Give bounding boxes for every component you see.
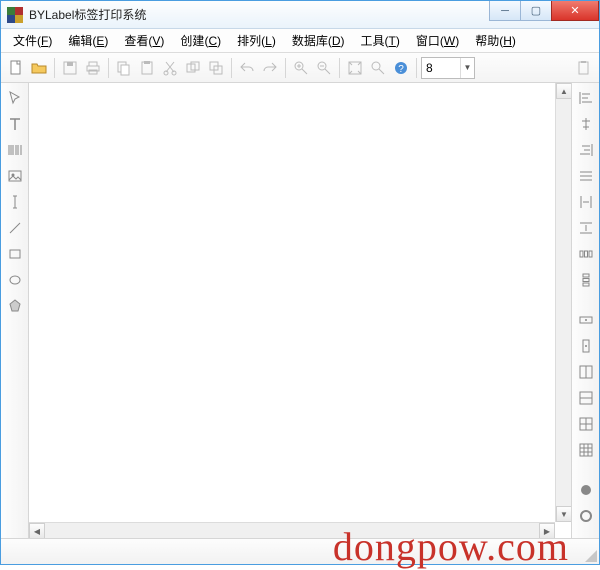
chevron-down-icon[interactable]: ▼	[460, 58, 474, 78]
image-tool[interactable]	[4, 165, 26, 187]
text-tool[interactable]	[4, 113, 26, 135]
main-toolbar: ? ▼	[1, 53, 599, 83]
paste-ext-button[interactable]	[573, 57, 595, 79]
rect-tool[interactable]	[4, 243, 26, 265]
left-toolbar	[1, 83, 29, 538]
menu-edit[interactable]: 编辑(E)	[60, 29, 116, 52]
menu-file[interactable]: 文件(F)	[5, 29, 60, 52]
help-button[interactable]: ?	[390, 57, 412, 79]
cut-button[interactable]	[159, 57, 181, 79]
grid-3-button[interactable]	[575, 413, 597, 435]
grid-4-button[interactable]	[575, 439, 597, 461]
svg-text:?: ?	[398, 64, 404, 75]
zoom-input[interactable]	[422, 61, 460, 75]
menubar: 文件(F) 编辑(E) 查看(V) 创建(C) 排列(L) 数据库(D) 工具(…	[1, 29, 599, 53]
sep-icon	[108, 58, 109, 78]
grid-1-button[interactable]	[575, 361, 597, 383]
zoom-spinner[interactable]: ▼	[421, 57, 475, 79]
undo-button[interactable]	[236, 57, 258, 79]
redo-button[interactable]	[259, 57, 281, 79]
paste-button[interactable]	[136, 57, 158, 79]
copy-button[interactable]	[113, 57, 135, 79]
horizontal-scrollbar[interactable]: ◀ ▶	[29, 522, 555, 538]
scroll-right-icon[interactable]: ▶	[539, 523, 555, 538]
resize-grip-icon[interactable]	[583, 548, 597, 562]
dist-h-button[interactable]	[575, 191, 597, 213]
spread-h-button[interactable]	[575, 243, 597, 265]
pointer-tool[interactable]	[4, 87, 26, 109]
maximize-button[interactable]: ▢	[520, 1, 552, 21]
stroke-button[interactable]	[575, 505, 597, 527]
scroll-down-icon[interactable]: ▼	[556, 506, 571, 522]
align-left-button[interactable]	[575, 87, 597, 109]
align-right-button[interactable]	[575, 139, 597, 161]
menu-help[interactable]: 帮助(H)	[467, 29, 524, 52]
dist-v-button[interactable]	[575, 217, 597, 239]
circle-tool[interactable]	[4, 269, 26, 291]
menu-tools[interactable]: 工具(T)	[353, 29, 408, 52]
app-icon	[7, 7, 23, 23]
zoom-in-button[interactable]	[290, 57, 312, 79]
align-center-button[interactable]	[575, 113, 597, 135]
sep-icon	[54, 58, 55, 78]
zoom-out-button[interactable]	[313, 57, 335, 79]
menu-arrange[interactable]: 排列(L)	[229, 29, 284, 52]
sep-icon	[285, 58, 286, 78]
sep-icon	[416, 58, 417, 78]
sep-icon	[231, 58, 232, 78]
new-button[interactable]	[5, 57, 27, 79]
save-button[interactable]	[59, 57, 81, 79]
print-button[interactable]	[82, 57, 104, 79]
line-tool[interactable]	[4, 217, 26, 239]
minimize-button[interactable]: ─	[489, 1, 521, 21]
barcode-tool[interactable]	[4, 139, 26, 161]
zoom-fit-button[interactable]	[344, 57, 366, 79]
window-controls: ─ ▢ ✕	[489, 1, 599, 28]
menu-view[interactable]: 查看(V)	[116, 29, 172, 52]
polygon-tool[interactable]	[4, 295, 26, 317]
center-h-button[interactable]	[575, 309, 597, 331]
scroll-up-icon[interactable]: ▲	[556, 83, 571, 99]
hline-tool[interactable]	[4, 191, 26, 213]
vertical-scrollbar[interactable]: ▲ ▼	[555, 83, 571, 522]
grid-2-button[interactable]	[575, 387, 597, 409]
menu-database[interactable]: 数据库(D)	[284, 29, 353, 52]
titlebar: BYLabel标签打印系统 ─ ▢ ✕	[1, 1, 599, 29]
right-toolbar	[571, 83, 599, 538]
copy-2-button[interactable]	[182, 57, 204, 79]
canvas-area[interactable]: ▲ ▼ ◀ ▶	[29, 83, 571, 538]
sep-icon	[339, 58, 340, 78]
window-title: BYLabel标签打印系统	[29, 6, 489, 23]
align-justify-button[interactable]	[575, 165, 597, 187]
scroll-left-icon[interactable]: ◀	[29, 523, 45, 538]
workspace: ▲ ▼ ◀ ▶	[1, 83, 599, 538]
zoom-100-button[interactable]	[367, 57, 389, 79]
fill-button[interactable]	[575, 479, 597, 501]
copy-3-button[interactable]	[205, 57, 227, 79]
close-button[interactable]: ✕	[551, 1, 599, 21]
spread-v-button[interactable]	[575, 269, 597, 291]
open-button[interactable]	[28, 57, 50, 79]
statusbar: dongpow.com	[1, 538, 599, 564]
menu-create[interactable]: 创建(C)	[172, 29, 229, 52]
center-v-button[interactable]	[575, 335, 597, 357]
menu-window[interactable]: 窗口(W)	[408, 29, 467, 52]
app-window: BYLabel标签打印系统 ─ ▢ ✕ 文件(F) 编辑(E) 查看(V) 创建…	[0, 0, 600, 565]
